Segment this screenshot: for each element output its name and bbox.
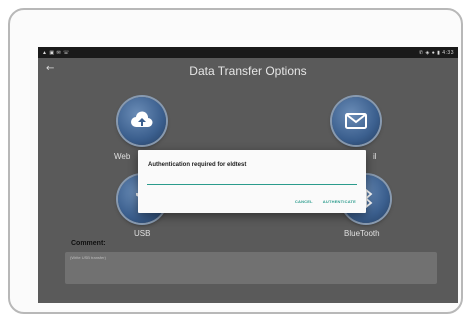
cloud-upload-icon	[131, 111, 153, 127]
app-screen: ▲ ▣ ✉ ☏ ✆ ◈ ● ▮ 4:33 ← Data Transfer Opt…	[38, 47, 458, 303]
web-option-button[interactable]	[118, 97, 166, 145]
email-option-label: il	[373, 152, 377, 161]
status-icons-left: ▲ ▣ ✉ ☏	[42, 49, 70, 56]
dialog-title: Authentication required for eldtest	[148, 162, 247, 168]
bluetooth-option-label: BlueTooth	[344, 229, 380, 238]
email-option-button[interactable]	[332, 97, 380, 145]
dialog-actions: CANCEL AUTHENTICATE	[295, 199, 356, 204]
device-frame: ▲ ▣ ✉ ☏ ✆ ◈ ● ▮ 4:33 ← Data Transfer Opt…	[8, 8, 463, 314]
page-title: Data Transfer Options	[189, 64, 307, 78]
envelope-icon	[345, 113, 367, 129]
comment-placeholder: (Write USB transfer)	[70, 255, 106, 260]
comment-label: Comment:	[71, 240, 106, 247]
authentication-dialog: Authentication required for eldtest CANC…	[138, 150, 366, 213]
status-info-right: ✆ ◈ ● ▮ 4:33	[418, 49, 454, 56]
authenticate-button[interactable]: AUTHENTICATE	[323, 199, 356, 204]
cancel-button[interactable]: CANCEL	[295, 199, 313, 204]
web-option-label: Web	[114, 152, 131, 161]
comment-input[interactable]: (Write USB transfer)	[65, 252, 437, 284]
status-bar: ▲ ▣ ✉ ☏ ✆ ◈ ● ▮ 4:33	[38, 47, 458, 58]
usb-option-label: USB	[134, 229, 151, 238]
authentication-input[interactable]	[147, 176, 357, 185]
